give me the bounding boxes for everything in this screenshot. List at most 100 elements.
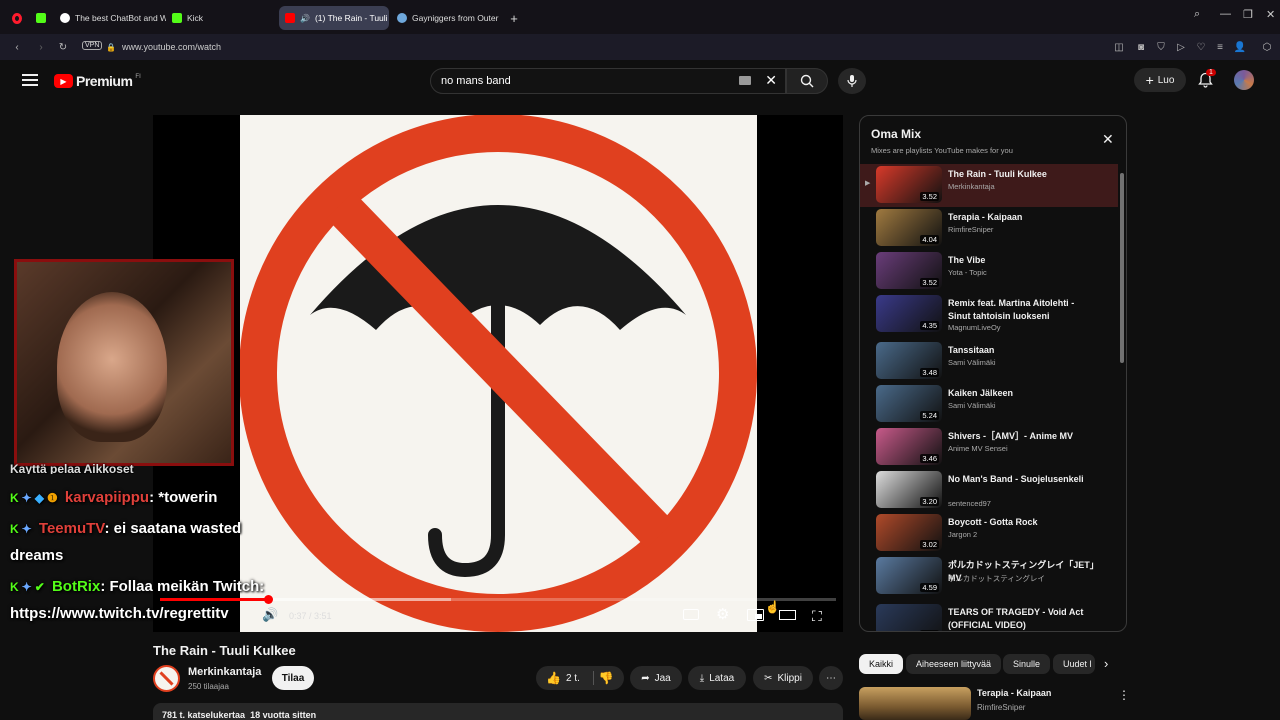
search-input[interactable]: no mans band ✕	[430, 68, 786, 94]
play-icon[interactable]: ▷	[1174, 34, 1188, 60]
mix-item[interactable]: 6.05 TEARS OF TRAGEDY - Void Act (OFFICIA…	[860, 602, 1118, 631]
mix-item[interactable]: ▶ 3.52 The Rain - Tuuli Kulkee Merkinkantaj…	[860, 164, 1118, 207]
tab-kick[interactable]: Kick	[166, 6, 276, 30]
chip-related[interactable]: Aiheeseen liittyvää	[906, 654, 1002, 674]
search-tabs-icon[interactable]: ⌕	[1194, 8, 1200, 21]
chat-message-continued: dreams	[10, 547, 64, 564]
mix-item-channel: RimfireSniper	[948, 225, 994, 234]
more-vertical-icon[interactable]: ⋮	[1118, 688, 1130, 702]
volume-icon[interactable]: 🔊	[262, 607, 278, 623]
mix-item-channel: Yota - Topic	[948, 268, 987, 277]
opera-logo-icon	[12, 12, 22, 24]
mix-item[interactable]: 3.46 Shivers -［AMV］- Anime MV Anime MV Sen…	[860, 426, 1118, 469]
subtitles-icon[interactable]	[683, 609, 699, 620]
like-count[interactable]: 2 t.	[566, 673, 580, 684]
profile-icon[interactable]: 👤	[1233, 34, 1247, 60]
scrollbar[interactable]	[1120, 173, 1124, 363]
close-window-button[interactable]: ✕	[1266, 8, 1275, 21]
duration-badge: 4.04	[920, 235, 939, 244]
download-icon: ⤓	[699, 672, 705, 684]
duration-badge: 3.20	[920, 497, 939, 506]
chip-new[interactable]: Uudet l	[1053, 654, 1095, 674]
verified-badge-icon: ✔	[34, 580, 45, 594]
youtube-premium-logo[interactable]: ▶ Premium FI	[54, 73, 141, 89]
description-box[interactable]: 781 t. katselukertaa 18 vuotta sitten	[153, 703, 843, 720]
shield-icon[interactable]: ⛉	[1154, 34, 1168, 60]
mix-item[interactable]: 3.02 Boycott - Gotta Rock Jargon 2	[860, 512, 1118, 555]
search-query: no mans band	[441, 75, 511, 87]
hamburger-menu-icon[interactable]	[22, 74, 38, 86]
time-display: 0:37 / 3:51	[289, 611, 332, 621]
subscribe-button[interactable]: Tilaa	[272, 666, 314, 690]
opera-menu-button[interactable]	[6, 6, 28, 30]
thumbs-down-icon[interactable]: 👎	[599, 671, 614, 685]
tab-youtube-active[interactable]: 🔊 (1) The Rain - Tuuli Ku	[279, 6, 389, 30]
search-button[interactable]	[786, 68, 828, 94]
mix-item[interactable]: 4.59 ポルカドットスティングレイ「JET」MV ポルカドットスティングレイ	[860, 555, 1118, 598]
video-frame	[239, 114, 757, 632]
mix-item-thumbnail: 4.59	[876, 557, 942, 594]
mix-item-title: Terapia - Kaipaan	[948, 212, 1023, 222]
youtube-logo-icon	[285, 13, 295, 23]
youtube-play-icon: ▶	[54, 74, 73, 88]
chevron-right-icon[interactable]: ›	[1104, 656, 1108, 671]
minimize-button[interactable]: —	[1220, 8, 1231, 20]
share-button[interactable]: ➦ Jaa	[630, 666, 682, 690]
related-thumbnail[interactable]	[859, 687, 971, 720]
chip-for-you[interactable]: Sinulle	[1003, 654, 1051, 674]
sword-badge-icon: ✦	[21, 580, 32, 594]
new-tab-button[interactable]: +	[505, 6, 523, 30]
chat-cut-line: Kayttä pelaa Aikkoset	[10, 462, 134, 474]
mix-item[interactable]: 3.52 The Vibe Yota - Topic	[860, 250, 1118, 293]
mix-item[interactable]: 3.20 No Man's Band - Suojelusenkeli senten…	[860, 469, 1118, 512]
related-channel[interactable]: RimfireSniper	[977, 703, 1025, 712]
snapshot-icon[interactable]: ◙	[1134, 34, 1148, 60]
mix-item[interactable]: 3.48 Tanssitaan Sami Välimäki	[860, 340, 1118, 383]
forward-button[interactable]: ›	[34, 34, 48, 60]
clip-button[interactable]: ✂ Klippi	[753, 666, 813, 690]
tab-kick-pinned[interactable]	[30, 6, 52, 30]
settings-gear-icon[interactable]: ⚙	[716, 605, 729, 623]
back-button[interactable]: ‹	[10, 34, 24, 60]
download-button[interactable]: ⤓ Lataa	[688, 666, 746, 690]
thumbs-up-icon[interactable]: 👍	[546, 671, 561, 685]
notification-count-badge: 1	[1206, 69, 1216, 76]
tab-botrix[interactable]: The best ChatBot and Wid	[54, 6, 166, 30]
heart-icon[interactable]: ♡	[1194, 34, 1208, 60]
theater-mode-icon[interactable]	[779, 610, 796, 620]
mix-item[interactable]: 5.24 Kaiken Jälkeen Sami Välimäki	[860, 383, 1118, 426]
mouse-cursor-icon: ☝	[765, 600, 780, 614]
progress-bar[interactable]	[160, 595, 836, 604]
lock-icon[interactable]: 🔒	[106, 34, 116, 60]
notifications-button[interactable]: 1	[1198, 69, 1216, 88]
extension-icon[interactable]: ⬡	[1260, 34, 1274, 60]
voice-search-button[interactable]	[838, 68, 866, 94]
reload-icon[interactable]: ↻	[56, 34, 70, 60]
more-actions-button[interactable]: ⋯	[819, 666, 843, 690]
chip-all[interactable]: Kaikki	[859, 654, 904, 674]
restore-button[interactable]: ❐	[1243, 8, 1253, 21]
duration-badge: 4.59	[920, 583, 939, 592]
channel-name[interactable]: Merkinkantaja	[188, 666, 261, 678]
keyboard-icon[interactable]	[739, 76, 751, 85]
mix-item[interactable]: 4.04 Terapia - Kaipaan RimfireSniper	[860, 207, 1118, 250]
avatar[interactable]	[1234, 70, 1254, 90]
miniplayer-icon[interactable]	[747, 609, 764, 621]
vpn-badge[interactable]: VPN	[82, 41, 103, 50]
url-field[interactable]: www.youtube.com/watch	[122, 42, 221, 52]
create-button[interactable]: + Luo	[1134, 68, 1186, 92]
channel-avatar[interactable]	[153, 665, 180, 692]
tab-gayniggers[interactable]: Gayniggers from Outer Sp	[391, 6, 501, 30]
clear-search-icon[interactable]: ✕	[765, 72, 777, 89]
camera-icon[interactable]: ◫	[1112, 34, 1126, 60]
download-label: Lataa	[709, 672, 735, 684]
mix-item-channel: Sami Välimäki	[948, 358, 996, 367]
related-title[interactable]: Terapia - Kaipaan	[977, 688, 1051, 698]
more-horizontal-icon: ⋯	[826, 672, 836, 684]
menu-icon[interactable]: ≡	[1213, 34, 1227, 60]
close-icon[interactable]: ✕	[1102, 131, 1114, 148]
tab-label: Kick	[187, 13, 204, 23]
logo-text: Premium	[76, 73, 133, 89]
mix-item[interactable]: 4.35 Remix feat. Martina Aitolehti - Sinu…	[860, 293, 1118, 336]
fullscreen-icon[interactable]: ⛶	[812, 608, 822, 625]
